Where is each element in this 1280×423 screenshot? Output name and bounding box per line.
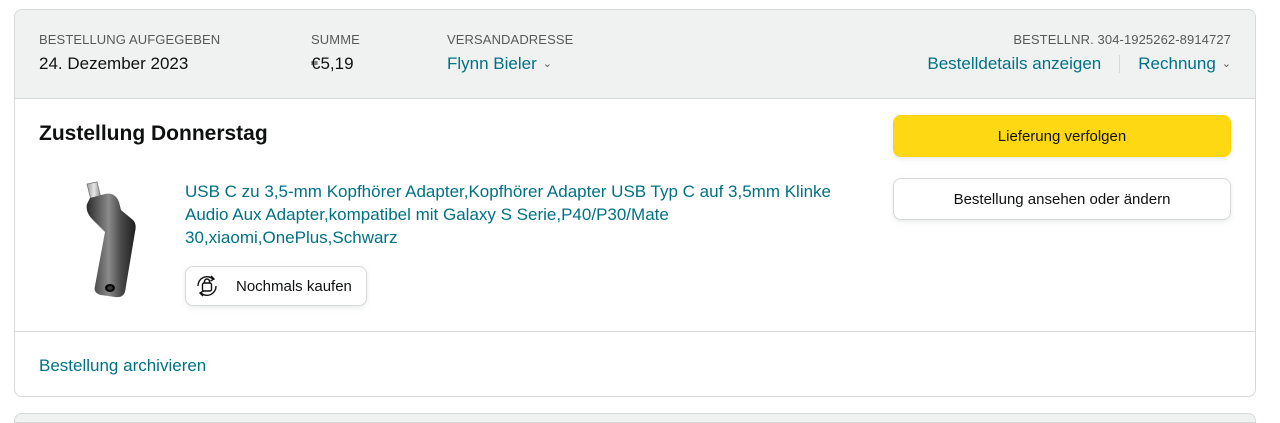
total-label: SUMME: [311, 32, 360, 47]
order-card: BESTELLUNG AUFGEGEBEN 24. Dezember 2023 …: [14, 9, 1256, 397]
buy-again-icon: [197, 275, 217, 297]
order-footer: Bestellung archivieren: [15, 331, 1255, 396]
ship-to-column: VERSANDADRESSE Flynn Bieler ⌄: [447, 32, 573, 76]
usb-c-adapter-image: [86, 181, 136, 298]
order-placed-value: 24. Dezember 2023: [39, 54, 189, 73]
total-value: €5,19: [311, 54, 354, 73]
delivery-status-heading: Zustellung Donnerstag: [39, 122, 268, 145]
chevron-down-icon: ⌄: [1221, 58, 1231, 70]
chevron-down-icon: ⌄: [542, 58, 552, 70]
total-column: SUMME €5,19: [311, 32, 360, 76]
ship-to-name[interactable]: Flynn Bieler: [447, 54, 537, 73]
order-details-link[interactable]: Bestelldetails anzeigen: [927, 52, 1101, 76]
link-divider: [1119, 55, 1121, 73]
product-image[interactable]: [63, 180, 163, 300]
next-order-card-edge: [14, 413, 1256, 423]
buy-again-label: Nochmals kaufen: [236, 277, 352, 295]
order-number-label: BESTELLNR. 304-1925262-8914727: [1013, 32, 1231, 47]
order-number-column: BESTELLNR. 304-1925262-8914727 Bestellde…: [927, 32, 1231, 76]
invoice-link[interactable]: Rechnung: [1138, 54, 1216, 73]
order-placed-label: BESTELLUNG AUFGEGEBEN: [39, 32, 221, 47]
ship-to-dropdown[interactable]: Flynn Bieler ⌄: [447, 52, 573, 76]
track-package-button[interactable]: Lieferung verfolgen: [893, 115, 1231, 157]
product-title-link[interactable]: USB C zu 3,5-mm Kopfhörer Adapter,Kopfhö…: [185, 180, 875, 249]
archive-order-link[interactable]: Bestellung archivieren: [39, 354, 206, 378]
invoice-dropdown[interactable]: Rechnung ⌄: [1138, 52, 1231, 76]
view-edit-order-button[interactable]: Bestellung ansehen oder ändern: [893, 178, 1231, 220]
buy-again-button[interactable]: Nochmals kaufen: [185, 266, 367, 306]
order-placed-column: BESTELLUNG AUFGEGEBEN 24. Dezember 2023: [39, 32, 220, 76]
order-header: BESTELLUNG AUFGEGEBEN 24. Dezember 2023 …: [15, 10, 1255, 99]
ship-to-label: VERSANDADRESSE: [447, 32, 574, 47]
order-links: Bestelldetails anzeigen Rechnung ⌄: [927, 52, 1231, 76]
